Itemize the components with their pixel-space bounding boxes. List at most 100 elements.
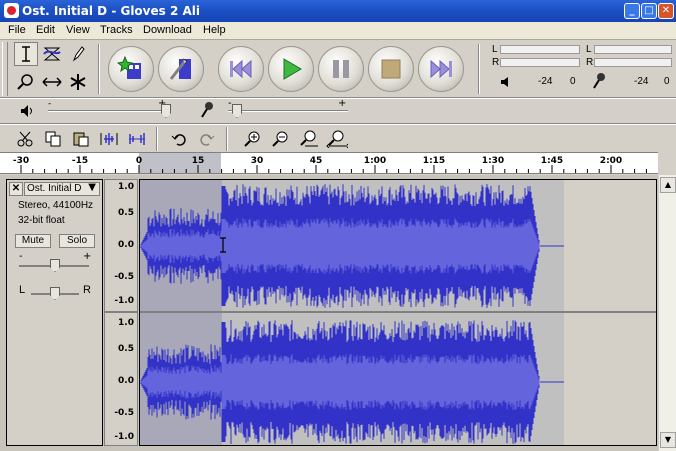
ruler-label: 2:00 xyxy=(599,156,623,166)
trim-icon[interactable] xyxy=(98,128,120,150)
scroll-down-icon[interactable]: ▼ xyxy=(660,432,676,448)
zoom-tool-icon[interactable] xyxy=(14,70,38,94)
meter-rec-right-label: R xyxy=(586,57,594,68)
separator xyxy=(98,44,100,94)
scale-label: 1.0 xyxy=(118,182,134,192)
chevron-down-icon: ▼ xyxy=(88,182,96,193)
scale-label: -1.0 xyxy=(114,296,134,306)
input-minus-label: - xyxy=(228,98,232,109)
input-volume-thumb[interactable] xyxy=(232,104,242,118)
timeshift-tool-icon[interactable] xyxy=(40,70,64,94)
waveform-view[interactable] xyxy=(139,179,657,446)
envelope-tool-icon[interactable] xyxy=(40,42,64,66)
pause-button[interactable] xyxy=(318,46,364,92)
window-title: Ost. Initial D - Gloves 2 Ali xyxy=(22,4,201,18)
fit-selection-icon[interactable] xyxy=(298,128,320,150)
menu-help[interactable]: Help xyxy=(203,24,226,36)
fit-project-icon[interactable] xyxy=(326,128,348,150)
scale-label: -1.0 xyxy=(114,432,134,442)
input-volume-slider[interactable] xyxy=(228,110,348,112)
minimize-button[interactable]: _ xyxy=(624,3,640,19)
pan-thumb[interactable] xyxy=(50,287,60,300)
open-file-button[interactable] xyxy=(108,46,154,92)
solo-button[interactable]: Solo xyxy=(59,234,95,248)
menu-bar: File Edit View Tracks Download Help xyxy=(0,22,676,40)
menu-edit[interactable]: Edit xyxy=(36,24,55,36)
track-close-button[interactable]: ✕ xyxy=(9,182,23,196)
mixer-toolbar: - + - + xyxy=(0,98,676,123)
rec-meter-right xyxy=(594,58,672,67)
rec-meter-left xyxy=(594,45,672,54)
gain-plus-label: + xyxy=(83,251,92,262)
menu-download[interactable]: Download xyxy=(143,24,192,36)
pan-right-label: R xyxy=(83,284,91,296)
track-menu-button[interactable]: Ost. Initial D ▼ xyxy=(24,182,100,196)
selection-tool-icon[interactable] xyxy=(14,42,38,66)
scale-label: 0.5 xyxy=(118,344,134,354)
toolbar-grip xyxy=(2,42,8,96)
track-control-panel: ✕ Ost. Initial D ▼ Stereo, 44100Hz 32-bi… xyxy=(6,179,103,446)
menu-tracks[interactable]: Tracks xyxy=(100,24,133,36)
skip-end-button[interactable] xyxy=(418,46,464,92)
multi-tool-icon[interactable] xyxy=(66,70,90,94)
play-meter-left xyxy=(500,45,580,54)
meter-play-left-label: L xyxy=(492,44,498,55)
ruler-label: 1:15 xyxy=(422,156,446,166)
scale-label: 0.0 xyxy=(118,376,134,386)
meter-rec-left-label: L xyxy=(586,44,592,55)
track-format: Stereo, 44100Hz xyxy=(18,200,94,211)
ruler-label: -30 xyxy=(12,156,30,166)
ruler-label: 1:45 xyxy=(540,156,564,166)
menu-file[interactable]: File xyxy=(8,24,26,36)
maximize-button[interactable]: □ xyxy=(641,3,657,19)
volume-icon xyxy=(20,104,34,121)
separator xyxy=(478,44,480,94)
ruler-label: 15 xyxy=(191,156,205,166)
skip-start-button[interactable] xyxy=(218,46,264,92)
vertical-scrollbar[interactable]: ▲ ▼ xyxy=(658,175,676,451)
silence-icon[interactable] xyxy=(126,128,148,150)
title-bar: Ost. Initial D - Gloves 2 Ali _ □ ✕ xyxy=(0,0,676,22)
speaker-icon xyxy=(500,76,512,91)
zoom-in-icon[interactable] xyxy=(242,128,264,150)
paste-icon[interactable] xyxy=(70,128,92,150)
draw-tool-icon[interactable] xyxy=(66,42,90,66)
tools-toolbar xyxy=(14,42,94,96)
cut-icon[interactable] xyxy=(14,128,36,150)
microphone-icon xyxy=(592,72,606,93)
effects-button[interactable] xyxy=(158,46,204,92)
output-volume-slider[interactable] xyxy=(48,110,168,112)
microphone-icon xyxy=(200,101,214,122)
redo-icon[interactable] xyxy=(196,128,218,150)
gain-minus-label: - xyxy=(19,251,23,262)
zoom-out-icon[interactable] xyxy=(270,128,292,150)
ruler-label: 45 xyxy=(309,156,323,166)
ruler-label: 1:30 xyxy=(481,156,505,166)
input-plus-label: + xyxy=(338,98,347,109)
play-button[interactable] xyxy=(268,46,314,92)
meter-scale-b2: 0 xyxy=(664,76,670,87)
undo-icon[interactable] xyxy=(168,128,190,150)
app-icon xyxy=(4,3,19,18)
close-button[interactable]: ✕ xyxy=(658,3,674,19)
mute-button[interactable]: Mute xyxy=(15,234,51,248)
scale-label: -0.5 xyxy=(114,272,134,282)
output-volume-thumb[interactable] xyxy=(161,104,171,118)
meter-toolbar: L R -24 0 L R -24 0 xyxy=(486,42,674,96)
waveform xyxy=(140,180,656,445)
copy-icon[interactable] xyxy=(42,128,64,150)
meter-scale-a1: -24 xyxy=(538,76,553,87)
scroll-up-icon[interactable]: ▲ xyxy=(660,177,676,193)
track-name: Ost. Initial D xyxy=(27,183,82,194)
timeline-ruler[interactable]: -30 -15 0 15 30 45 1:00 1:15 1:30 1:45 2… xyxy=(0,152,658,174)
pan-left-label: L xyxy=(19,284,26,296)
play-meter-right xyxy=(500,58,580,67)
scale-label: 0.0 xyxy=(118,240,134,250)
menu-view[interactable]: View xyxy=(66,24,90,36)
ruler-label: -15 xyxy=(71,156,89,166)
meter-scale-b1: -24 xyxy=(634,76,649,87)
stop-button[interactable] xyxy=(368,46,414,92)
scale-label: 0.5 xyxy=(118,208,134,218)
amplitude-ruler: 1.0 0.5 0.0 -0.5 -1.0 1.0 0.5 0.0 -0.5 -… xyxy=(104,179,138,446)
gain-thumb[interactable] xyxy=(50,259,60,272)
